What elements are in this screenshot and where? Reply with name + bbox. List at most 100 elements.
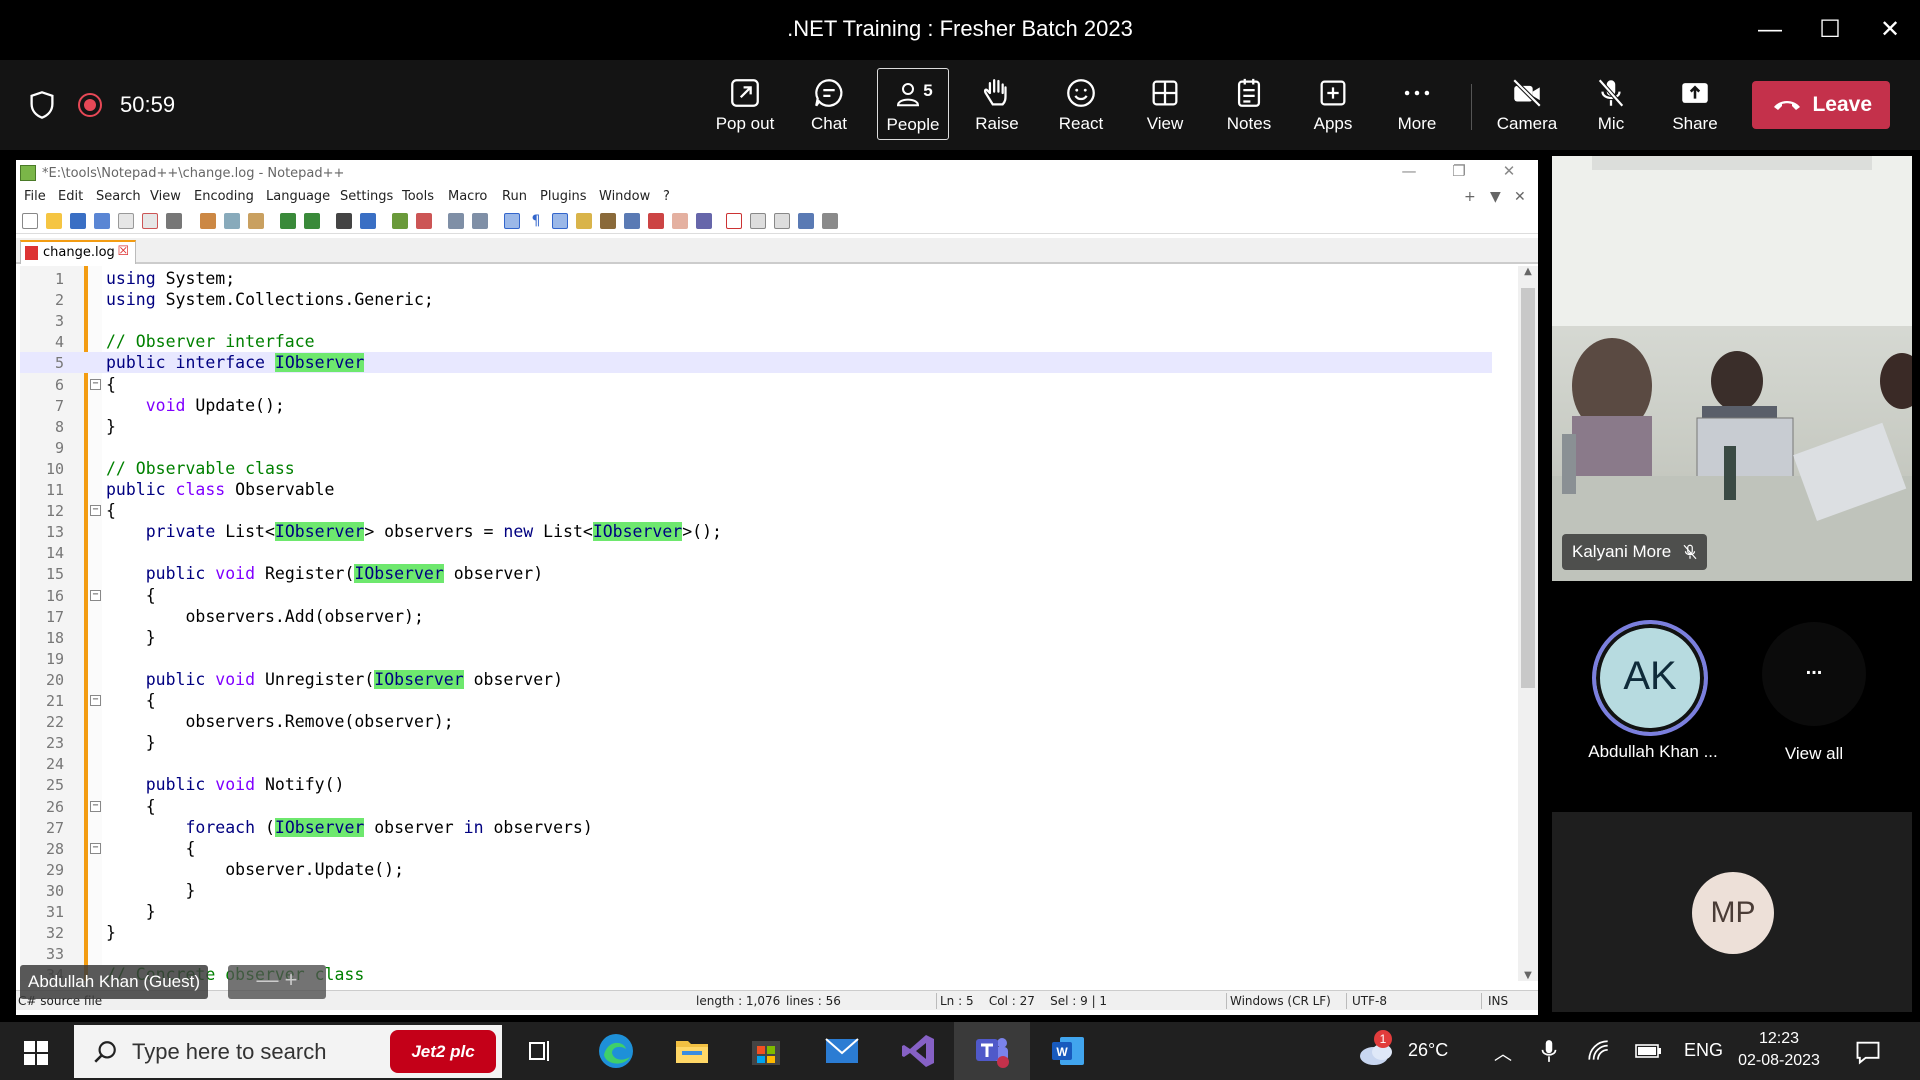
doc-list-icon[interactable] xyxy=(624,213,640,229)
notepad-close-icon[interactable]: ✕ xyxy=(1494,162,1524,180)
code-line[interactable]: 25 public void Notify() xyxy=(20,774,1492,795)
copy-icon[interactable] xyxy=(224,213,240,229)
monitoring-icon[interactable] xyxy=(696,213,712,229)
code-line[interactable]: 21 − { xyxy=(20,690,1492,711)
code-line[interactable]: 32} xyxy=(20,922,1492,943)
notepad-restore-icon[interactable]: ❐ xyxy=(1444,162,1474,180)
code-line[interactable]: 14 xyxy=(20,542,1492,563)
code-line[interactable]: 6 −{ xyxy=(20,374,1492,395)
scroll-up-icon[interactable]: ▲ xyxy=(1518,266,1538,277)
play-macro-icon[interactable] xyxy=(774,213,790,229)
chat-button[interactable]: Chat xyxy=(792,68,866,140)
fold-toggle-icon[interactable]: − xyxy=(90,695,101,706)
share-button[interactable]: Share xyxy=(1658,68,1732,140)
code-line[interactable]: 16 − { xyxy=(20,585,1492,606)
code-line[interactable]: 19 xyxy=(20,648,1492,669)
zoom-out-icon[interactable] xyxy=(416,213,432,229)
input-language[interactable]: ENG xyxy=(1684,1040,1723,1061)
run-macro-multiple-icon[interactable] xyxy=(798,213,814,229)
fold-toggle-icon[interactable]: − xyxy=(90,589,101,601)
code-line[interactable]: 13 private List<IObserver> observers = n… xyxy=(20,521,1492,542)
notifications-icon[interactable] xyxy=(1854,1038,1882,1066)
indent-guide-icon[interactable] xyxy=(552,213,568,229)
menu-help[interactable]: ? xyxy=(663,189,670,204)
mic-button[interactable]: Mic xyxy=(1574,68,1648,140)
code-line[interactable]: 27 foreach (IObserver observer in observ… xyxy=(20,817,1492,838)
weather-temp[interactable]: 26°C xyxy=(1408,1040,1448,1061)
edge-icon[interactable] xyxy=(596,1031,636,1071)
scroll-down-icon[interactable]: ▼ xyxy=(1518,970,1538,981)
notepad-minimize-icon[interactable]: — xyxy=(1394,162,1424,180)
print-icon[interactable] xyxy=(166,213,182,229)
code-line[interactable]: 18 } xyxy=(20,627,1492,648)
mail-icon[interactable] xyxy=(822,1031,862,1071)
find-icon[interactable] xyxy=(336,213,352,229)
word-icon[interactable]: W xyxy=(1048,1031,1088,1071)
code-line[interactable]: 17 observers.Add(observer); xyxy=(20,606,1492,627)
close-file-icon[interactable] xyxy=(118,213,134,229)
popout-button[interactable]: Pop out xyxy=(708,68,782,140)
menu-plugins[interactable]: Plugins xyxy=(540,189,587,204)
stop-macro-icon[interactable] xyxy=(750,213,766,229)
leave-button[interactable]: Leave xyxy=(1752,81,1890,129)
code-line[interactable]: 30 } xyxy=(20,880,1492,901)
code-line[interactable]: 15 public void Register(IObserver observ… xyxy=(20,563,1492,584)
udl-icon[interactable] xyxy=(576,213,592,229)
battery-icon[interactable] xyxy=(1634,1040,1662,1062)
menu-macro[interactable]: Macro xyxy=(448,189,487,204)
show-all-chars-icon[interactable]: ¶ xyxy=(528,213,544,229)
system-clock[interactable]: 12:23 02-08-2023 xyxy=(1724,1028,1834,1072)
code-line[interactable]: 31 } xyxy=(20,901,1492,922)
sync-horizontal-icon[interactable] xyxy=(472,213,488,229)
code-line[interactable]: 3 xyxy=(20,310,1492,331)
redo-icon[interactable] xyxy=(304,213,320,229)
record-macro-icon[interactable] xyxy=(726,213,742,229)
store-icon[interactable] xyxy=(746,1031,786,1071)
code-line[interactable]: 5 public interface IObserver xyxy=(20,352,1492,374)
people-button[interactable]: 5 People xyxy=(877,68,949,140)
cut-icon[interactable] xyxy=(200,213,216,229)
code-line[interactable]: 24 xyxy=(20,753,1492,774)
code-line[interactable]: 23 } xyxy=(20,732,1492,753)
paste-icon[interactable] xyxy=(248,213,264,229)
code-line[interactable]: 20 public void Unregister(IObserver obse… xyxy=(20,669,1492,690)
fold-toggle-icon[interactable]: − xyxy=(90,378,101,390)
file-explorer-icon[interactable] xyxy=(672,1031,712,1071)
scroll-thumb[interactable] xyxy=(1521,288,1535,688)
taskbar-search[interactable]: Type here to search Jet2 plc xyxy=(74,1025,502,1078)
doc-map-icon[interactable] xyxy=(600,213,616,229)
microphone-in-use-icon[interactable] xyxy=(1536,1038,1562,1064)
camera-button[interactable]: Camera xyxy=(1490,68,1564,140)
more-button[interactable]: More xyxy=(1380,68,1454,140)
participant-video[interactable]: Kalyani More xyxy=(1552,156,1912,581)
fold-toggle-icon[interactable]: − xyxy=(90,842,101,854)
visual-studio-icon[interactable] xyxy=(898,1031,938,1071)
replace-icon[interactable] xyxy=(360,213,376,229)
tab-change-log[interactable]: change.log ☒ xyxy=(20,240,136,264)
save-macro-icon[interactable] xyxy=(822,213,838,229)
menu-run[interactable]: Run xyxy=(502,189,527,204)
fold-toggle-icon[interactable]: − xyxy=(90,800,101,812)
maximize-icon[interactable]: ☐ xyxy=(1810,12,1850,48)
code-line[interactable]: 22 observers.Remove(observer); xyxy=(20,711,1492,732)
add-tab-icon[interactable]: + xyxy=(1464,189,1476,205)
function-list-icon[interactable] xyxy=(648,213,664,229)
sync-vertical-icon[interactable] xyxy=(448,213,464,229)
presenter-controls[interactable]: — + xyxy=(228,965,326,999)
save-all-icon[interactable] xyxy=(94,213,110,229)
tab-close-icon[interactable]: ☒ xyxy=(117,244,129,259)
menu-tools[interactable]: Tools xyxy=(402,189,434,204)
code-line[interactable]: 10 // Observable class xyxy=(20,458,1492,479)
task-view-icon[interactable] xyxy=(520,1031,560,1071)
minimize-icon[interactable]: — xyxy=(1750,12,1790,48)
code-line[interactable]: 29 observer.Update(); xyxy=(20,859,1492,880)
avatar-abdullah[interactable]: AK xyxy=(1592,620,1708,736)
code-line[interactable]: 2 using System.Collections.Generic; xyxy=(20,289,1492,310)
menu-window[interactable]: Window xyxy=(599,189,650,204)
code-line[interactable]: 9 xyxy=(20,437,1492,458)
open-file-icon[interactable] xyxy=(46,213,62,229)
vertical-scrollbar[interactable]: ▲ ▼ xyxy=(1518,266,1538,981)
react-button[interactable]: React xyxy=(1044,68,1118,140)
menu-encoding[interactable]: Encoding xyxy=(194,189,254,204)
teams-icon[interactable] xyxy=(972,1031,1012,1071)
